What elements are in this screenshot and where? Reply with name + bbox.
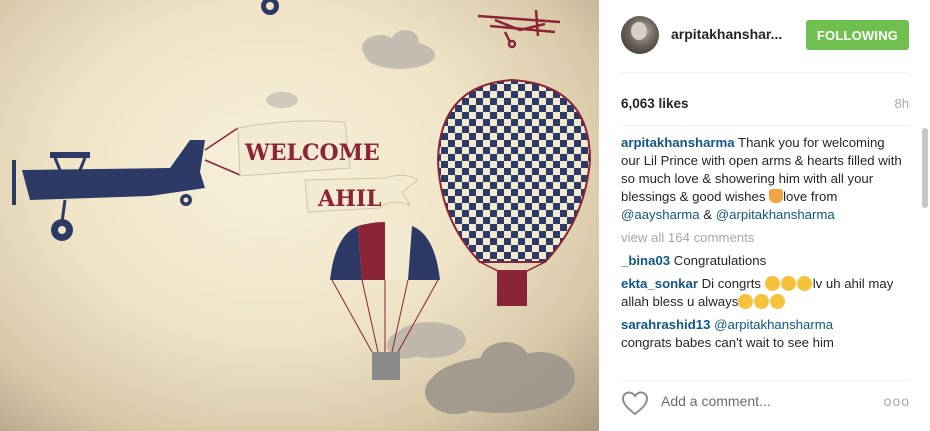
cloud [362,30,435,69]
add-comment-input[interactable]: Add a comment... [661,393,771,409]
comment-text: Di congrts [697,276,765,291]
post-image[interactable]: WELCOME AHIL [0,0,599,431]
caption-text: & [699,207,716,222]
post-footer: Add a comment... ooo [599,381,930,431]
post-header: arpitakhanshar... FOLLOWING [599,0,930,72]
praying-hands-emoji-icon [769,189,784,203]
caption-text: love from [783,189,838,204]
comments-scrollbar[interactable] [922,128,928,373]
comment-text: Congratulations [670,253,767,268]
comment-item: sarahrashid13 @arpitakhansharma congrats … [621,316,903,352]
scrollbar-thumb[interactable] [922,128,928,208]
kiss-emoji-icon [764,276,780,291]
comment-username[interactable]: ekta_sonkar [621,276,698,291]
comment-item: _bina03 Congratulations [621,252,903,270]
post-username[interactable]: arpitakhanshar... [671,26,782,42]
following-button[interactable]: FOLLOWING [806,20,909,50]
avatar[interactable] [621,16,659,54]
comment-item: ekta_sonkar Di congrts lv uh ahil may al… [621,275,903,311]
welcome-banner: WELCOME [237,120,380,177]
divider [621,125,909,126]
kiss-emoji-icon [780,276,796,291]
caption-username[interactable]: arpitakhansharma [621,135,735,150]
kiss-emoji-icon [796,276,812,291]
more-options-icon[interactable]: ooo [884,393,910,409]
comments-list: arpitakhansharma Thank you for welcoming… [621,134,903,368]
kiss-emoji-icon [754,294,770,309]
ahil-banner: AHIL [304,174,419,213]
post-detail-panel: arpitakhanshar... FOLLOWING 6,063 likes … [599,0,930,431]
cloud [266,92,298,108]
nursery-wall-illustration: WELCOME AHIL [12,0,592,414]
comment-mention[interactable]: @arpitakhansharma [714,317,833,332]
divider [621,72,909,73]
likes-count[interactable]: 6,063 likes [621,96,689,111]
banner-ahil-text: AHIL [317,186,382,212]
comment-text: congrats babes can't wait to see him [621,335,834,350]
heart-icon[interactable] [621,390,649,416]
kiss-emoji-icon [770,294,786,309]
comment-username[interactable]: _bina03 [621,253,670,268]
view-all-comments-link[interactable]: view all 164 comments [621,229,903,247]
banner-welcome-text: WELCOME [244,140,380,166]
kiss-emoji-icon [738,294,754,309]
airplane [12,140,205,241]
comment-username[interactable]: sarahrashid13 [621,317,710,332]
caption-mention[interactable]: @aaysharma [621,207,700,222]
caption-mention[interactable]: @arpitakhansharma [716,207,835,222]
biplane [477,9,561,49]
caption: arpitakhansharma Thank you for welcoming… [621,134,903,224]
hot-air-balloon [436,78,592,306]
post-time[interactable]: 8h [895,96,909,111]
